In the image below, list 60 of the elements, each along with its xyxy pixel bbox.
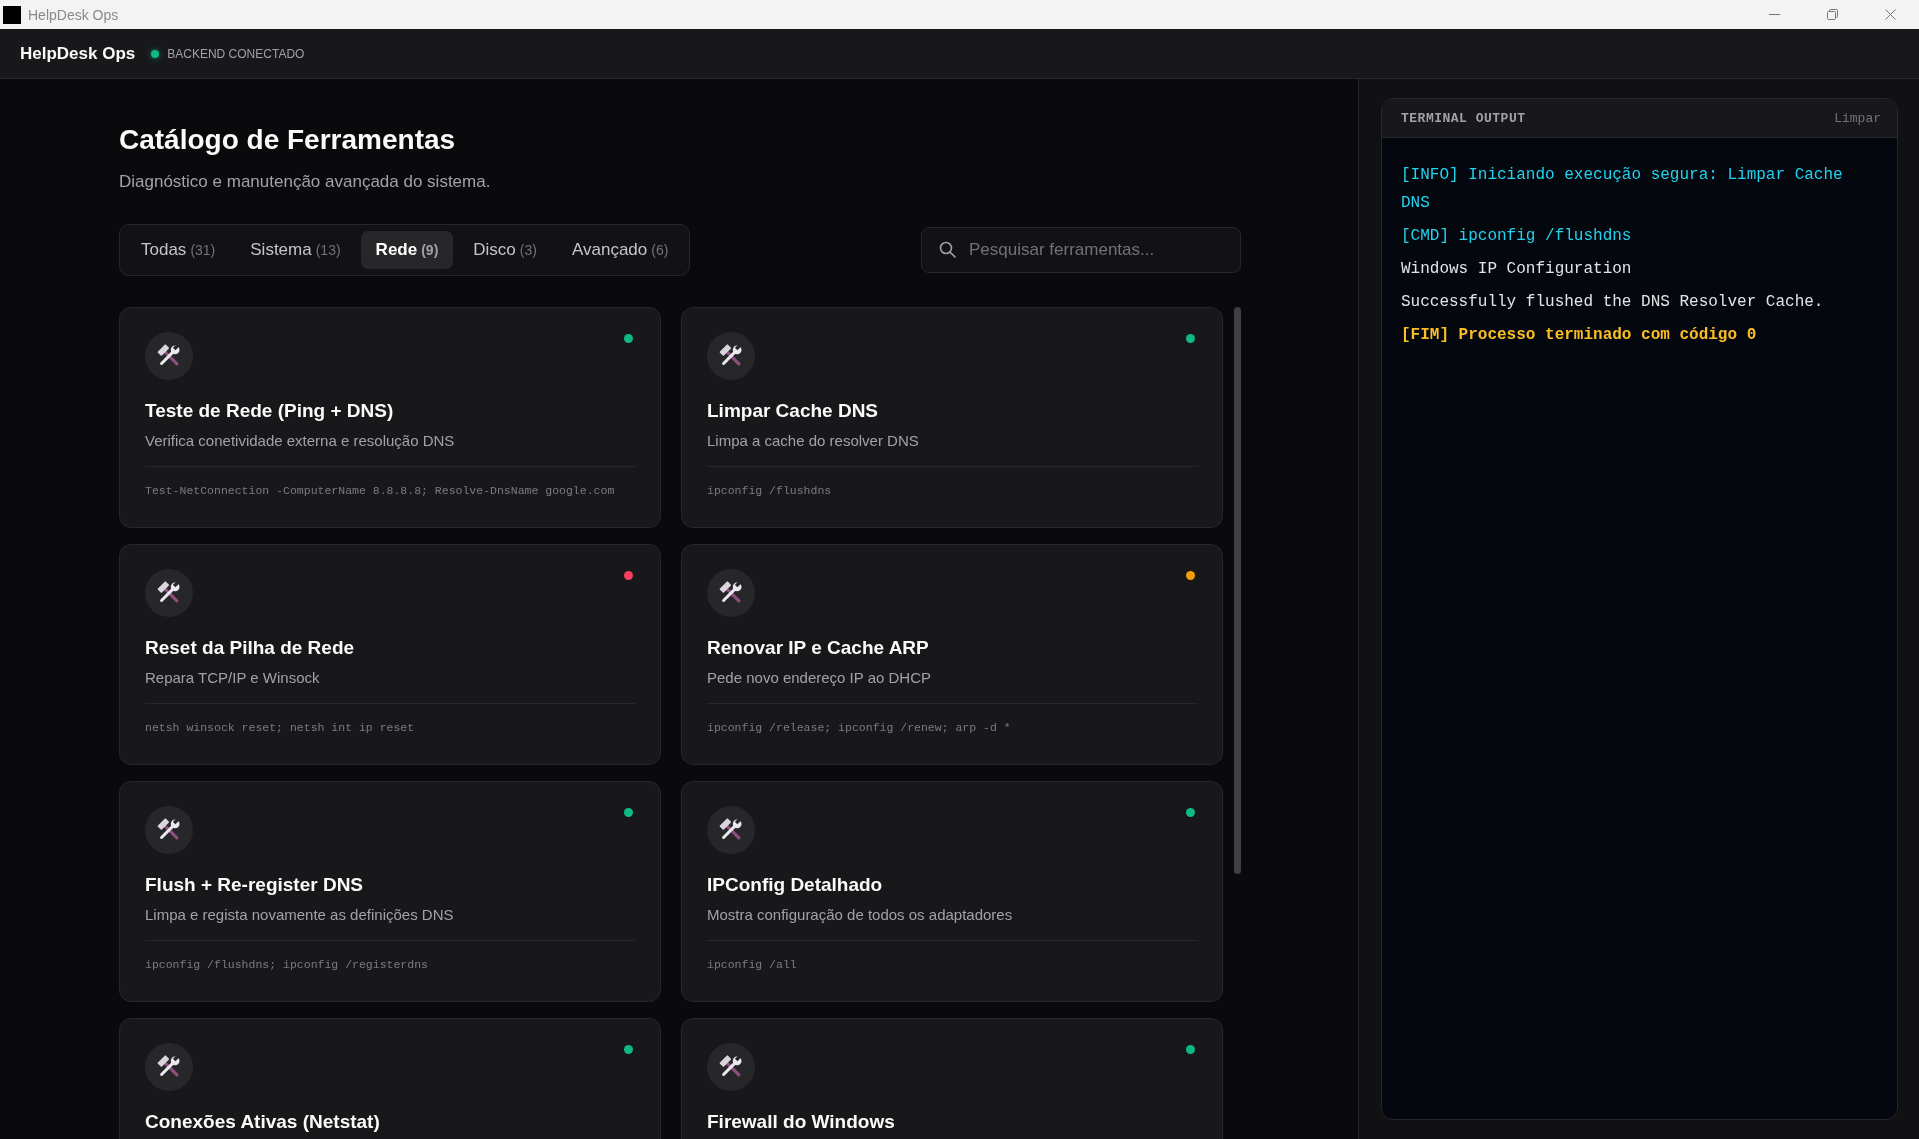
terminal-title: TERMINAL OUTPUT — [1401, 110, 1526, 126]
terminal-line: Windows IP Configuration — [1401, 259, 1633, 280]
tool-title: Renovar IP e Cache ARP — [707, 636, 930, 660]
terminal-line: [INFO] Iniciando execução segura: Limpar Cache DNS — [1401, 165, 1844, 214]
tool-command: ipconfig /flushdns — [707, 483, 833, 499]
category-tab[interactable]: Rede (9) — [360, 231, 454, 269]
tool-card[interactable]: Renovar IP e Cache ARP Pede novo endereço IP ao DHCP ipconfig /release; ipconfig /renew; arp -d * — [681, 544, 1223, 765]
tool-card[interactable]: Firewall do Windows — [681, 1018, 1223, 1139]
category-tab[interactable]: Disco (3) — [458, 231, 552, 269]
terminal-line: [CMD] ipconfig /flushdns — [1401, 226, 1633, 247]
hammer-wrench-icon — [145, 1043, 193, 1091]
hammer-wrench-icon — [145, 569, 193, 617]
tool-card[interactable]: IPConfig Detalhado Mostra configuração de todos os adaptadores ipconfig /all — [681, 781, 1223, 1002]
category-tab[interactable]: Avançado (6) — [556, 231, 684, 269]
app-icon — [3, 5, 21, 24]
tool-card[interactable]: Conexões Ativas (Netstat) — [119, 1018, 661, 1139]
hammer-wrench-icon — [707, 1043, 755, 1091]
tool-card[interactable]: Flush + Re-register DNS Limpa e regista novamente as definições DNS ipconfig /flushdns; ipconfig /registerdns — [119, 781, 661, 1002]
tool-description: Limpa e regista novamente as definições DNS — [145, 905, 455, 924]
close-icon[interactable] — [1884, 9, 1896, 20]
scrollbar-thumb[interactable] — [1234, 307, 1241, 874]
tool-description: Pede novo endereço IP ao DHCP — [707, 668, 933, 687]
app-brand: HelpDesk Ops — [20, 43, 136, 64]
hammer-wrench-icon — [145, 806, 193, 854]
clear-button[interactable]: Limpar — [1834, 110, 1881, 126]
page-title: Catálogo de Ferramentas — [119, 123, 457, 157]
minimize-icon[interactable] — [1768, 14, 1780, 15]
tool-command: ipconfig /release; ipconfig /renew; arp -d * — [707, 720, 1012, 736]
tool-command: netsh winsock reset; netsh int ip reset — [145, 720, 416, 736]
tool-card[interactable]: Limpar Cache DNS Limpa a cache do resolver DNS ipconfig /flushdns — [681, 307, 1223, 528]
window-title: HelpDesk Ops — [28, 6, 119, 23]
tool-title: IPConfig Detalhado — [707, 873, 884, 897]
backend-status: BACKEND CONECTADO — [167, 46, 305, 61]
restore-icon[interactable] — [1826, 9, 1838, 20]
tool-title: Reset da Pilha de Rede — [145, 636, 356, 660]
terminal-line: [FIM] Processo terminado com código 0 — [1401, 325, 1758, 346]
tool-command: ipconfig /all — [707, 957, 798, 973]
hammer-wrench-icon — [145, 332, 193, 380]
terminal-line: Successfully flushed the DNS Resolver Cache. — [1401, 292, 1825, 313]
page-subtitle: Diagnóstico e manutenção avançada do sistema. — [119, 171, 492, 193]
search-icon — [939, 241, 956, 258]
category-tab[interactable]: Sistema (13) — [235, 231, 356, 269]
tool-title: Firewall do Windows — [707, 1110, 896, 1134]
hammer-wrench-icon — [707, 332, 755, 380]
tool-title: Conexões Ativas (Netstat) — [145, 1110, 381, 1134]
tool-card[interactable]: Teste de Rede (Ping + DNS) Verifica conetividade externa e resolução DNS Test-NetConnection -ComputerName 8.8.8.8; Resolve-DnsName google.com — [119, 307, 661, 528]
tool-title: Flush + Re-register DNS — [145, 873, 365, 897]
tool-title: Teste de Rede (Ping + DNS) — [145, 399, 395, 423]
tool-description: Repara TCP/IP e Winsock — [145, 668, 321, 687]
search-field[interactable]: Pesquisar ferramentas... — [921, 227, 1241, 273]
hammer-wrench-icon — [707, 806, 755, 854]
tool-description: Mostra configuração de todos os adaptadores — [707, 905, 1014, 924]
tool-description: Verifica conetividade externa e resolução DNS — [145, 431, 456, 450]
category-tab[interactable]: Todas (31) — [126, 231, 231, 269]
hammer-wrench-icon — [707, 569, 755, 617]
tool-title: Limpar Cache DNS — [707, 399, 880, 423]
tool-description: Limpa a cache do resolver DNS — [707, 431, 920, 450]
tool-card[interactable]: Reset da Pilha de Rede Repara TCP/IP e Winsock netsh winsock reset; netsh int ip reset — [119, 544, 661, 765]
tool-command: ipconfig /flushdns; ipconfig /registerdns — [145, 957, 429, 973]
tool-command: Test-NetConnection -ComputerName 8.8.8.8; Resolve-DnsName google.com — [145, 483, 616, 499]
